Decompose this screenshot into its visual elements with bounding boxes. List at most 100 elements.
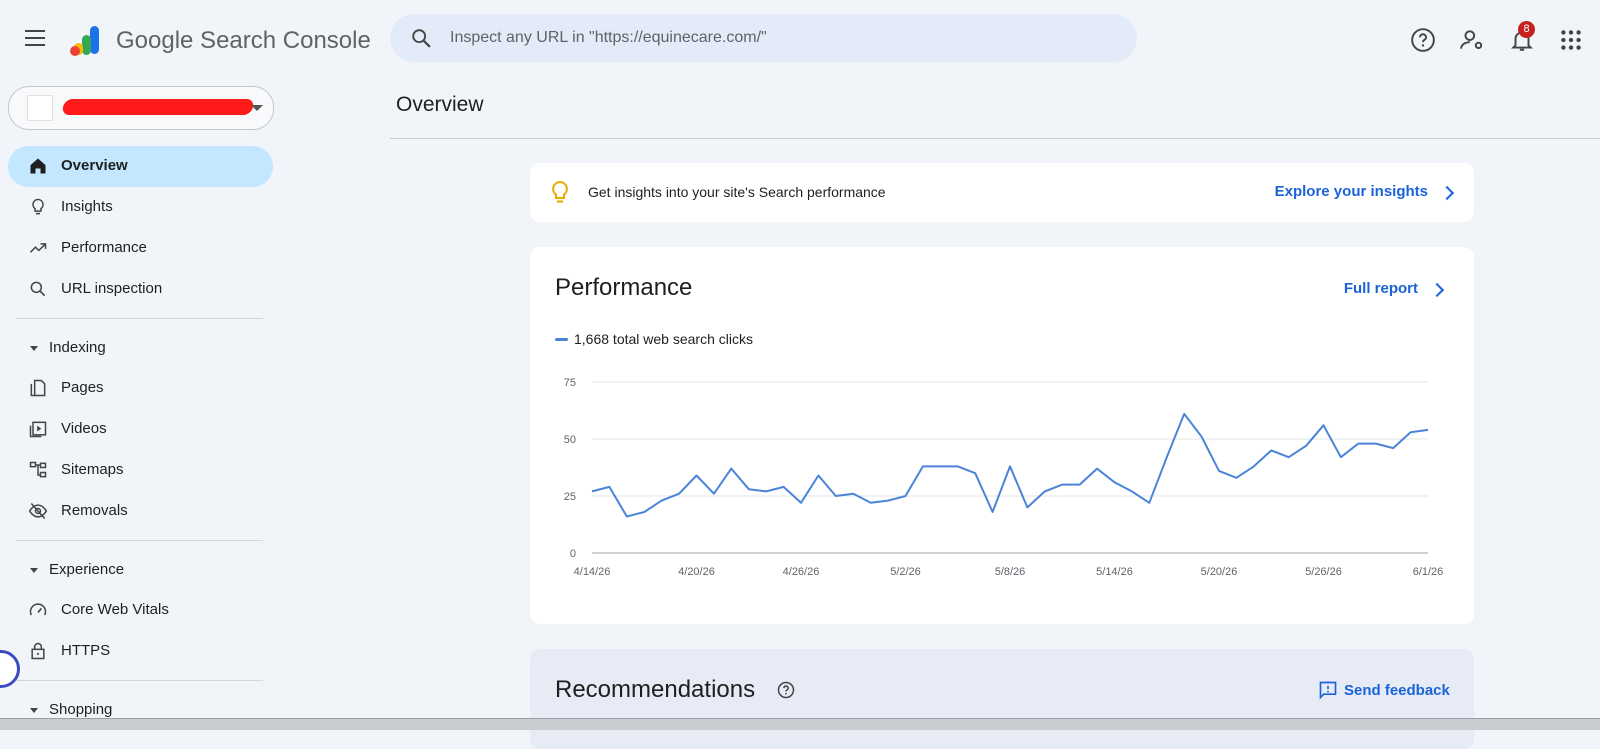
sidebar-item-label: URL inspection — [61, 280, 163, 297]
sidebar-section-label: Experience — [49, 561, 125, 578]
data-point[interactable] — [677, 491, 682, 496]
sidebar-item-sitemaps[interactable]: Sitemaps — [8, 450, 273, 491]
data-point[interactable] — [590, 489, 595, 494]
sidebar-item-label: Overview — [61, 157, 128, 174]
data-point[interactable] — [1147, 500, 1152, 505]
search-icon — [30, 281, 46, 297]
eye-off-icon — [28, 503, 48, 519]
data-point[interactable] — [729, 466, 734, 471]
data-point[interactable] — [764, 489, 769, 494]
data-point[interactable] — [607, 484, 612, 489]
chevron-down-icon — [30, 346, 38, 351]
explore-insights-link[interactable]: Explore your insights — [1275, 183, 1428, 200]
data-point[interactable] — [920, 464, 925, 469]
help-icon[interactable] — [1410, 27, 1436, 53]
data-point[interactable] — [1304, 443, 1309, 448]
sidebar-item-removals[interactable]: Removals — [8, 491, 273, 532]
lock-icon — [31, 642, 45, 660]
video-icon — [29, 421, 47, 438]
lightbulb-icon — [32, 198, 44, 215]
x-tick-label: 4/14/26 — [574, 566, 611, 578]
data-point[interactable] — [851, 491, 856, 496]
apps-grid-icon[interactable] — [1558, 27, 1584, 53]
performance-chart: 0 25 50 75 4/14/26 4/20/26 4/26/26 5/2/26 5/8/26… — [564, 377, 1444, 578]
data-point[interactable] — [1060, 482, 1065, 487]
property-selector[interactable] — [8, 86, 274, 130]
y-tick-label: 0 — [570, 548, 576, 560]
data-point[interactable] — [973, 471, 978, 476]
data-point[interactable] — [816, 473, 821, 478]
data-point[interactable] — [1129, 489, 1134, 494]
data-point[interactable] — [1321, 423, 1326, 428]
data-point[interactable] — [694, 473, 699, 478]
data-point[interactable] — [1408, 430, 1413, 435]
y-tick-label: 50 — [564, 434, 576, 446]
data-point[interactable] — [955, 464, 960, 469]
sidebar-item-insights[interactable]: Insights — [8, 187, 273, 228]
search-input[interactable]: Inspect any URL in "https://equinecare.c… — [450, 29, 767, 47]
data-point[interactable] — [746, 487, 751, 492]
data-point[interactable] — [1164, 455, 1169, 460]
data-point[interactable] — [1077, 482, 1082, 487]
data-point[interactable] — [1286, 455, 1291, 460]
app-name: Google Search Console — [116, 27, 371, 54]
x-tick-label: 4/20/26 — [678, 566, 715, 578]
menu-icon[interactable] — [25, 30, 47, 48]
chevron-down-icon — [251, 105, 263, 111]
data-point[interactable] — [1269, 448, 1274, 453]
data-point[interactable] — [1426, 427, 1431, 432]
data-point[interactable] — [624, 514, 629, 519]
data-point[interactable] — [1391, 446, 1396, 451]
data-point[interactable] — [781, 484, 786, 489]
data-point[interactable] — [903, 494, 908, 499]
sidebar-item-overview[interactable]: Overview — [8, 146, 273, 187]
help-icon[interactable] — [777, 681, 795, 699]
sidebar-item-videos[interactable]: Videos — [8, 409, 273, 450]
data-point[interactable] — [1042, 489, 1047, 494]
x-tick-label: 5/20/26 — [1201, 566, 1238, 578]
data-point[interactable] — [1112, 480, 1117, 485]
data-point[interactable] — [711, 491, 716, 496]
data-point[interactable] — [1182, 411, 1187, 416]
data-point[interactable] — [1373, 441, 1378, 446]
sidebar-item-pages[interactable]: Pages — [8, 368, 273, 409]
data-point[interactable] — [990, 509, 995, 514]
sidebar-section-indexing[interactable]: Indexing — [8, 327, 273, 368]
data-point[interactable] — [938, 464, 943, 469]
sidebar-item-label: Videos — [61, 420, 107, 437]
sidebar-divider — [16, 680, 263, 681]
lightbulb-icon — [552, 180, 568, 203]
manage-users-icon[interactable] — [1459, 27, 1485, 53]
recommendations-title: Recommendations — [555, 676, 756, 703]
search-icon — [412, 29, 431, 48]
sidebar-section-label: Indexing — [49, 339, 106, 356]
sidebar-item-core-web-vitals[interactable]: Core Web Vitals — [8, 590, 273, 631]
data-point[interactable] — [1217, 468, 1222, 473]
data-point[interactable] — [799, 500, 804, 505]
data-point[interactable] — [642, 509, 647, 514]
data-point[interactable] — [868, 500, 873, 505]
data-point[interactable] — [886, 498, 891, 503]
send-feedback-link[interactable]: Send feedback — [1344, 682, 1450, 699]
data-point[interactable] — [1356, 441, 1361, 446]
data-point[interactable] — [659, 498, 664, 503]
sidebar-item-https[interactable]: HTTPS — [8, 631, 273, 672]
sidebar-item-url-inspection[interactable]: URL inspection — [8, 269, 273, 310]
url-inspect-search[interactable]: Inspect any URL in "https://equinecare.c… — [390, 14, 1137, 62]
sidebar: Overview Insights Performance URL inspec… — [8, 146, 273, 730]
redacted-property-name — [61, 99, 255, 115]
data-point[interactable] — [1199, 434, 1204, 439]
y-tick-label: 75 — [564, 377, 576, 389]
data-point[interactable] — [1338, 455, 1343, 460]
data-point[interactable] — [1095, 466, 1100, 471]
data-point[interactable] — [1234, 475, 1239, 480]
sidebar-section-experience[interactable]: Experience — [8, 549, 273, 590]
data-point[interactable] — [833, 494, 838, 499]
data-point[interactable] — [1251, 464, 1256, 469]
x-tick-label: 5/26/26 — [1305, 566, 1342, 578]
sidebar-item-performance[interactable]: Performance — [8, 228, 273, 269]
chevron-down-icon — [30, 568, 38, 573]
sidebar-item-label: Sitemaps — [61, 461, 124, 478]
data-point[interactable] — [1025, 505, 1030, 510]
data-point[interactable] — [1008, 464, 1013, 469]
